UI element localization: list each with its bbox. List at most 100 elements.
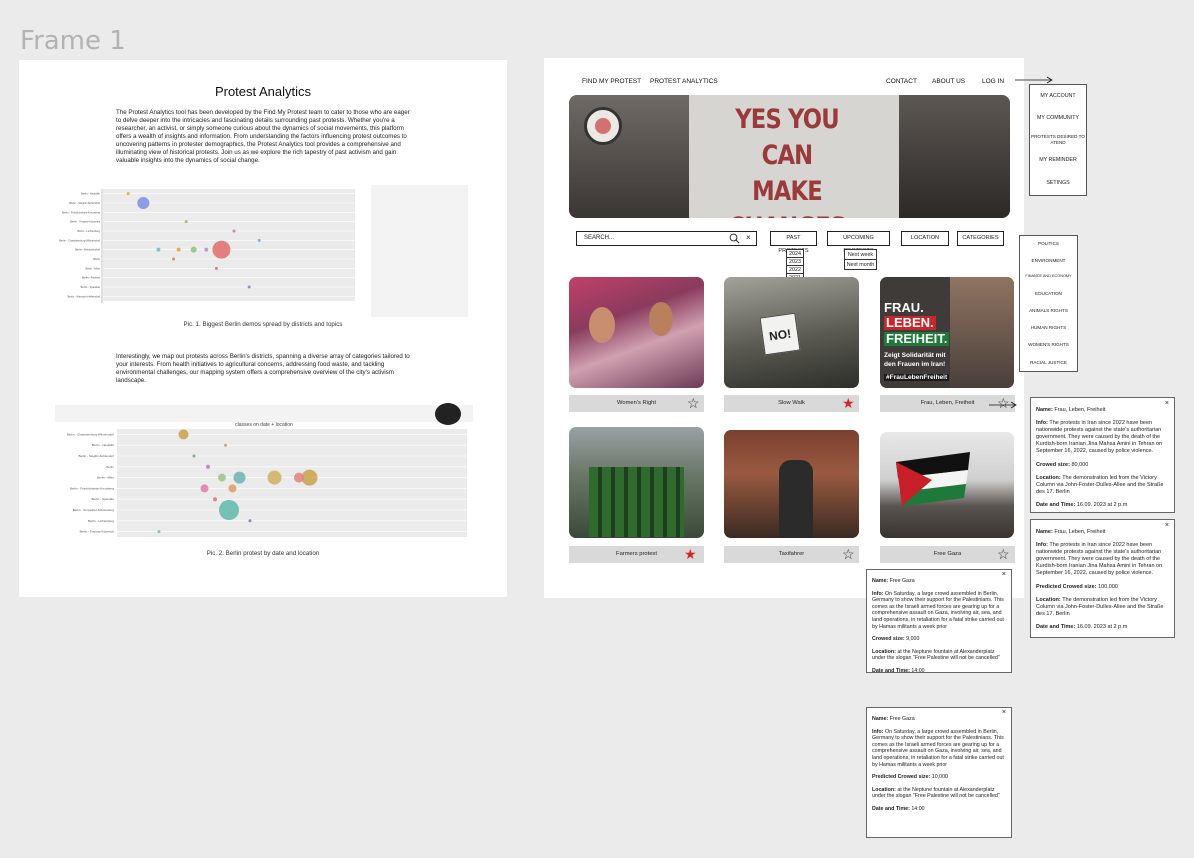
chart-point [206, 464, 210, 469]
clear-search-icon[interactable]: × [746, 233, 751, 242]
close-icon[interactable]: × [1002, 709, 1006, 717]
card-image-free-gaza[interactable] [880, 432, 1014, 538]
popup-date: 16.09. 2023 at 2 p.m [1076, 623, 1128, 630]
card-image-frau-leben-freiheit[interactable]: FRAU. LEBEN. FREIHEIT. Zeigt Solidarität… [880, 277, 1014, 388]
caption-1: Pic. 1. Biggest Berlin demos spread by d… [183, 321, 343, 328]
chart-row-label: Berlin - Neukölln [81, 192, 101, 196]
category-womens-rights[interactable]: WOMEN'S RIGHTS [1020, 342, 1077, 347]
category-environment[interactable]: ENVIRONMENT [1020, 258, 1077, 263]
popup-name-label: Name: [1036, 407, 1053, 413]
category-human-rights[interactable]: HUMAN RIGHTS [1020, 325, 1077, 330]
chart-row-label: Berlin - Spandau [92, 497, 115, 501]
favorite-star-icon[interactable]: ☆ [842, 547, 855, 561]
popup-size-label: Crowed size: [1036, 461, 1070, 468]
chart-point [192, 454, 196, 458]
popup-date: 16.09. 2023 at 2 p.m [1076, 501, 1128, 508]
popup-date: 14:00 [911, 667, 925, 674]
popup-size-label: Crowed size: [872, 636, 905, 643]
chart-point [257, 238, 261, 242]
card-image-slow-walk[interactable]: NO! [724, 277, 859, 388]
upcoming-protests-button[interactable]: UPCOMING PROTESTS [827, 231, 890, 254]
close-icon[interactable]: × [1165, 400, 1169, 407]
search-icon[interactable] [729, 233, 740, 244]
menu-protests-desired[interactable]: PROTESTS DESIRED TO ATEND [1030, 134, 1086, 146]
popup-size: 9,000 [906, 636, 920, 643]
hero-pagination[interactable] [912, 214, 932, 218]
hero-banner: YES YOU CAN MAKE CHANGES [569, 95, 1010, 218]
poster-line-1: FRAU. [884, 300, 924, 315]
logo-icon[interactable] [584, 107, 622, 145]
popup-size: 80,000 [1071, 461, 1089, 468]
popup-name-label: Name: [872, 716, 889, 722]
favorite-star-icon[interactable]: ☆ [687, 396, 700, 410]
chart-point [233, 471, 246, 484]
chart-point [200, 484, 209, 493]
card-label-slow-walk[interactable]: Slow Walk [724, 395, 859, 412]
chart-row-label: Berlin - Friedrichshain-Kreuzberg [62, 210, 101, 214]
popup-name: Free Gaza [889, 578, 915, 584]
chart-point [294, 472, 304, 483]
chart-row-label: Berlin - Friedrichshain-Kreuzberg [70, 486, 114, 490]
card-label-taxifahrer[interactable]: Taxifahrer [724, 546, 859, 563]
category-racial-justice[interactable]: RACIAL JUSTICE [1020, 360, 1077, 365]
popup-name: Frau, Leben, Freiheit [1054, 529, 1106, 535]
chart-point [228, 484, 237, 493]
upcoming-option-next-month[interactable]: Next month [844, 259, 877, 270]
chart-row-label: Berlin - Mitte [85, 266, 100, 270]
menu-my-community[interactable]: MY COMMUNITY [1030, 115, 1086, 121]
popup-location-label: Location: [1036, 596, 1061, 603]
chart-row-label: Berlin - Charlottenburg-Wilmersdorf [59, 238, 100, 242]
card-image-taxifahrer[interactable] [724, 430, 859, 538]
chart-point [248, 519, 252, 523]
menu-my-account[interactable]: MY ACCOUNT [1030, 93, 1086, 99]
close-icon[interactable]: × [1165, 522, 1169, 529]
chart-point [204, 247, 209, 252]
nav-find-my-protest[interactable]: FIND MY PROTEST [582, 78, 641, 85]
chart-row-label: Berlin - Treptow-Köpenick [70, 220, 100, 224]
card-image-farmers-protest[interactable] [569, 427, 704, 538]
chart-point [172, 257, 176, 261]
popup-size-label: Predicted Crowed size: [872, 774, 931, 781]
popup-info: The protests in Iran since 2022 have bee… [1036, 420, 1163, 455]
category-animals-rights[interactable]: ANIMALS RIGHTS [1020, 308, 1077, 313]
chart-row-label: Berlin [106, 465, 114, 469]
menu-my-reminder[interactable]: MY REMINDER [1030, 157, 1086, 163]
category-education[interactable]: EDUCATION [1020, 291, 1077, 296]
popup-location-label: Location: [1036, 474, 1061, 481]
card-label-free-gaza[interactable]: Free Gaza [880, 546, 1015, 563]
popup-info-label: Info: [1036, 542, 1048, 549]
favorite-star-filled-icon[interactable]: ★ [842, 396, 855, 410]
chart-point [184, 220, 188, 224]
chart-point [224, 443, 227, 447]
favorite-star-filled-icon[interactable]: ★ [684, 547, 697, 561]
past-protests-button[interactable]: PAST PROTESTS [770, 231, 817, 254]
favorite-star-icon[interactable]: ☆ [997, 547, 1010, 561]
chart-row-label: Berlin - Charlottenburg-Wilmersdorf [67, 432, 114, 436]
chart-point [176, 247, 181, 252]
menu-settings[interactable]: SETINGS [1030, 180, 1086, 186]
popup-info-label: Info: [872, 590, 884, 597]
card-label-womens-right[interactable]: Women's Right [569, 395, 704, 412]
chart-row-label: Berlin - Pankow [82, 276, 100, 280]
popup-name: Free Gaza [889, 716, 915, 722]
nav-log-in[interactable]: LOG IN [982, 78, 1004, 85]
detail-popup-frau-leben-freiheit: × Name: Frau, Leben, Freiheit Info: The … [1030, 397, 1175, 513]
chart-row-label: Berlin - Mitte [97, 476, 114, 480]
nav-protest-analytics[interactable]: PROTEST ANALYTICS [650, 78, 718, 85]
popup-name: Frau, Leben, Freiheit [1054, 407, 1106, 413]
nav-about-us[interactable]: ABOUT US [932, 78, 965, 85]
chart1-legend [371, 185, 468, 317]
chart-row-label: Berlin - Lichtenberg [78, 229, 101, 233]
location-button[interactable]: LOCATION [901, 231, 949, 246]
close-icon[interactable]: × [1002, 571, 1006, 579]
detail-popup-frau-leben-freiheit-predicted: × Name: Frau, Leben, Freiheit Info: The … [1030, 519, 1175, 638]
category-finance[interactable]: FINANCE AND ECONOMY [1020, 274, 1077, 278]
category-politics[interactable]: POLITICS [1020, 241, 1077, 246]
chart-date-location: classes on date + location Berlin - Char… [55, 403, 473, 539]
nav-contact[interactable]: CONTACT [886, 78, 917, 85]
categories-button[interactable]: CATEGORIES [957, 231, 1004, 246]
card-image-womens-right[interactable] [569, 277, 704, 388]
chart-row-label: Berlin - Steglitz-Zehlendorf [78, 454, 114, 458]
chart-point [232, 229, 236, 233]
chart-point [219, 500, 239, 520]
